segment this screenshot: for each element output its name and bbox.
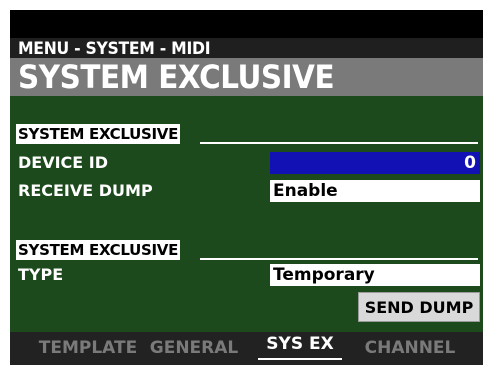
section-divider (200, 142, 478, 144)
page-title: SYSTEM EXCLUSIVE (18, 58, 335, 96)
lcd-screen: MENU - SYSTEM - MIDI SYSTEM EXCLUSIVE SY… (10, 10, 483, 365)
section-divider (200, 258, 478, 260)
tab-channel-label: CHANNEL (364, 338, 456, 358)
breadcrumb: MENU - SYSTEM - MIDI (18, 39, 211, 59)
tab-bar: TEMPLATE GENERAL SYS EX CHANNEL (10, 332, 483, 365)
send-dump-button[interactable]: SEND DUMP (358, 292, 480, 322)
tab-sys-ex-label: SYS EX (266, 334, 334, 354)
tab-sys-ex[interactable]: SYS EX (250, 332, 350, 365)
settings-panel: SYSTEM EXCLUSIVE DEVICE ID 0 RECEIVE DUM… (10, 96, 483, 332)
tab-general[interactable]: GENERAL (142, 332, 246, 365)
tab-channel[interactable]: CHANNEL (358, 332, 462, 365)
type-label: TYPE (18, 265, 64, 284)
receive-dump-label: RECEIVE DUMP (18, 181, 153, 200)
device-id-label: DEVICE ID (18, 153, 109, 172)
tab-general-label: GENERAL (149, 338, 239, 358)
type-field[interactable]: Temporary (270, 264, 480, 286)
breadcrumb-bar: MENU - SYSTEM - MIDI (10, 38, 483, 60)
tab-template[interactable]: TEMPLATE (32, 332, 144, 365)
receive-dump-field[interactable]: Enable (270, 180, 480, 202)
tab-selected-underline (258, 358, 342, 360)
section-heading-sysex-2: SYSTEM EXCLUSIVE (16, 240, 181, 260)
title-bar: SYSTEM EXCLUSIVE (10, 58, 483, 96)
device-id-field[interactable]: 0 (270, 152, 480, 174)
section-heading-sysex-1: SYSTEM EXCLUSIVE (16, 124, 181, 144)
tab-template-label: TEMPLATE (38, 338, 138, 358)
